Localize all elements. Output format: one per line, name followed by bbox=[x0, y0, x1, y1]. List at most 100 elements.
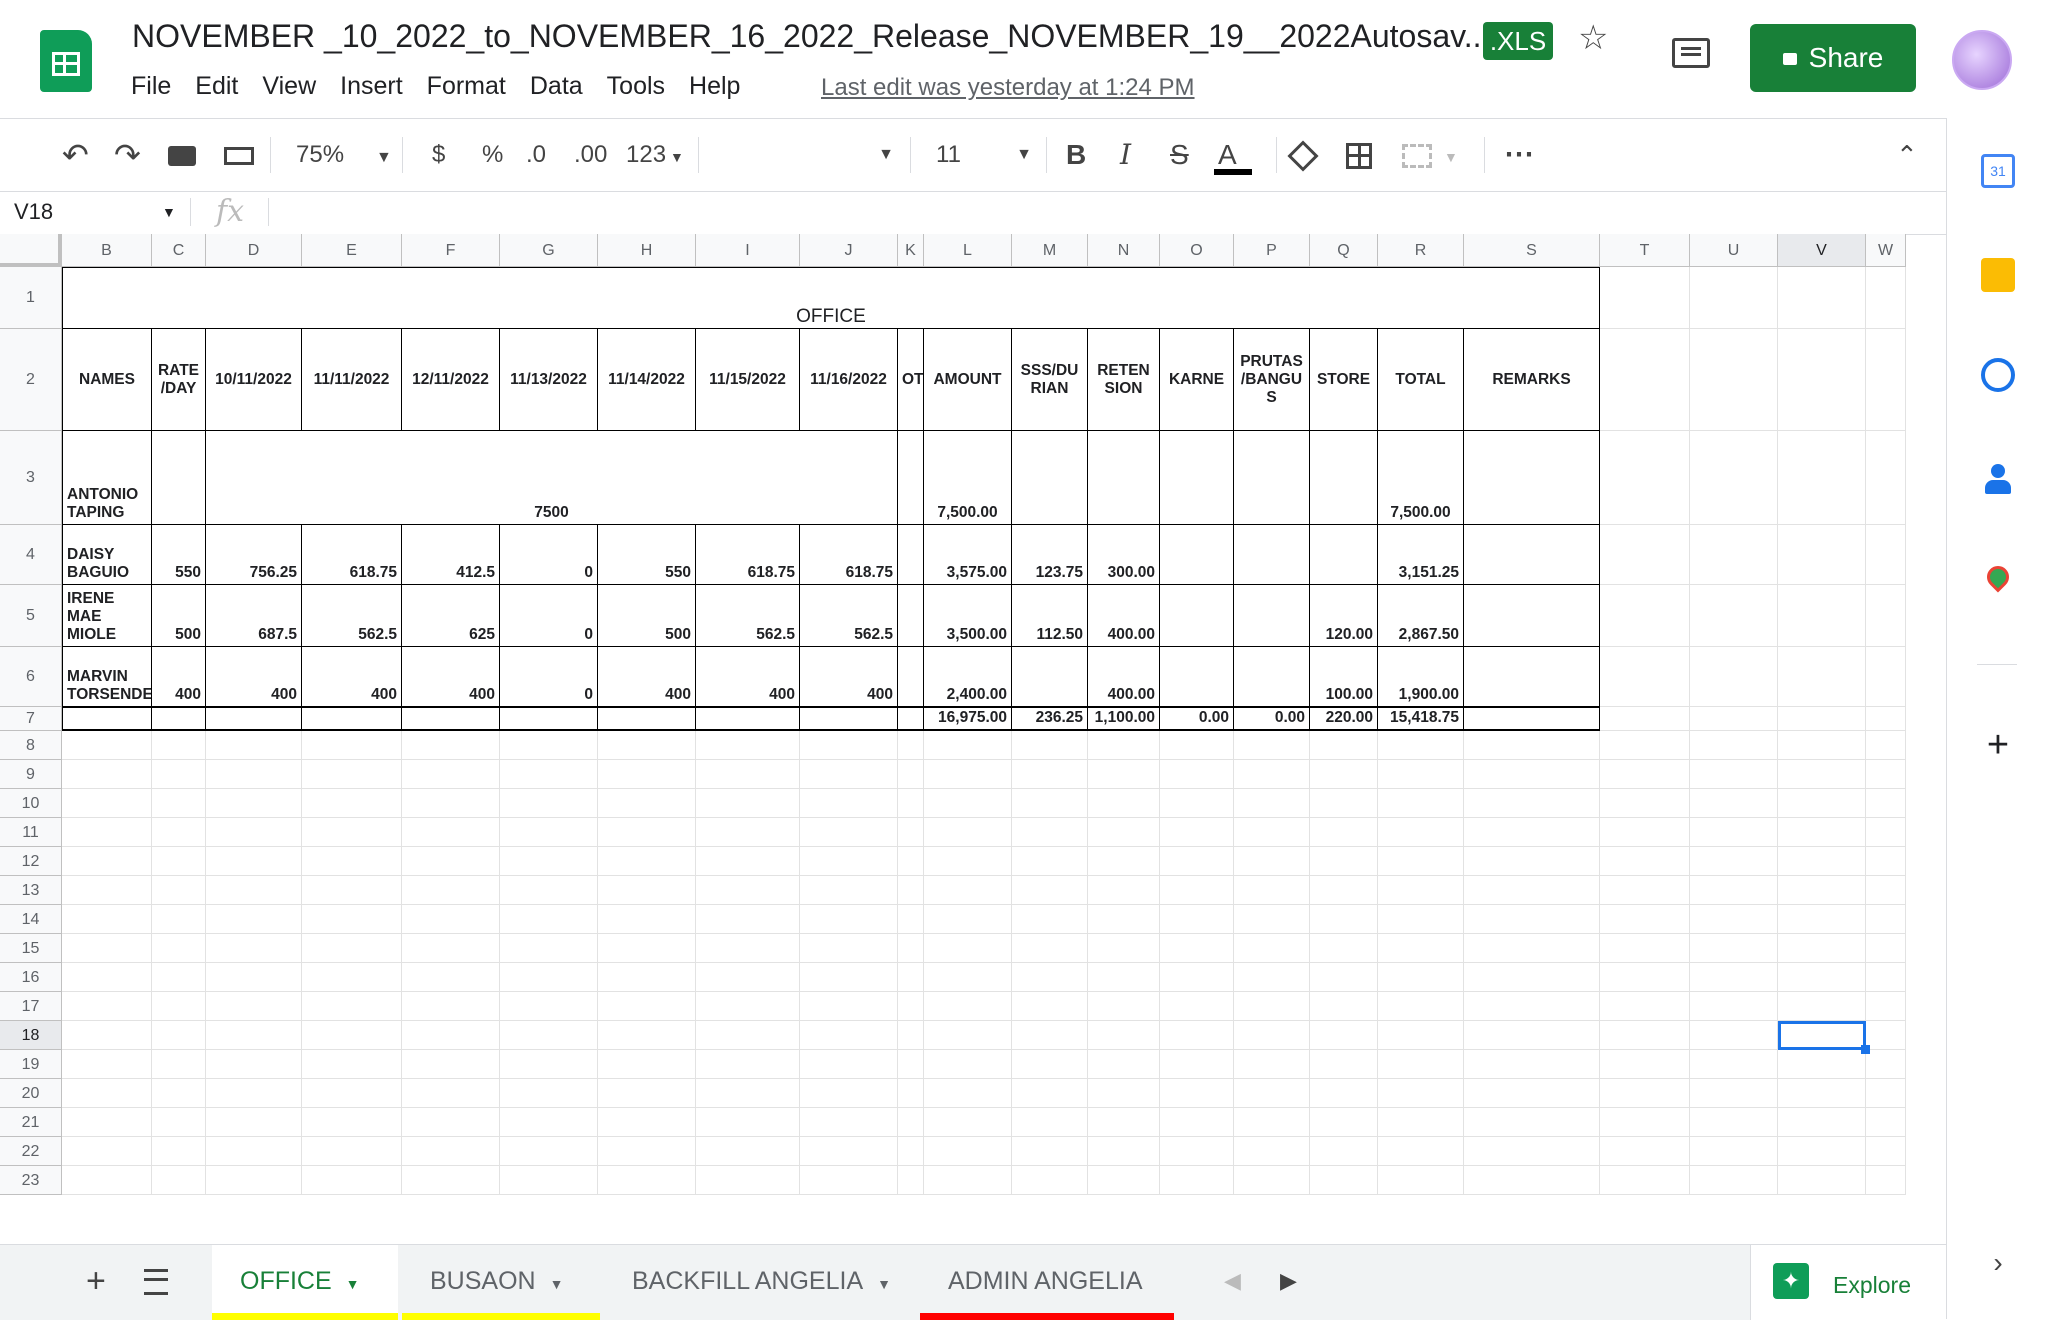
empty-cell[interactable] bbox=[1778, 934, 1866, 963]
calendar-icon[interactable]: 31 bbox=[1981, 154, 2015, 188]
value-cell[interactable]: 550 bbox=[598, 525, 696, 585]
empty-cell[interactable] bbox=[1464, 905, 1600, 934]
value-cell[interactable]: 0 bbox=[500, 647, 598, 707]
empty-cell[interactable] bbox=[1866, 963, 1906, 992]
chevron-right-icon[interactable]: › bbox=[1981, 1246, 2015, 1280]
value-cell[interactable]: 400.00 bbox=[1088, 647, 1160, 707]
empty-cell[interactable] bbox=[1600, 585, 1690, 647]
empty-cell[interactable] bbox=[1234, 905, 1310, 934]
empty-cell[interactable] bbox=[924, 1166, 1012, 1195]
empty-cell[interactable] bbox=[402, 731, 500, 760]
value-cell[interactable]: 0 bbox=[500, 525, 598, 585]
empty-cell[interactable] bbox=[1778, 992, 1866, 1021]
value-cell[interactable]: 400 bbox=[696, 647, 800, 707]
row-header-11[interactable]: 11 bbox=[0, 818, 62, 847]
font-family-select[interactable]: ▼ bbox=[718, 119, 894, 191]
empty-cell[interactable] bbox=[152, 905, 206, 934]
empty-cell[interactable] bbox=[1160, 1166, 1234, 1195]
empty-cell[interactable] bbox=[1012, 1050, 1088, 1079]
empty-cell[interactable] bbox=[302, 876, 402, 905]
row-header-8[interactable]: 8 bbox=[0, 731, 62, 760]
empty-cell[interactable] bbox=[1600, 267, 1690, 329]
empty-cell[interactable] bbox=[500, 760, 598, 789]
empty-cell[interactable] bbox=[1866, 1050, 1906, 1079]
avatar[interactable] bbox=[1952, 30, 2012, 90]
empty-cell[interactable] bbox=[1234, 963, 1310, 992]
column-header-G[interactable]: G bbox=[500, 234, 598, 267]
empty-cell[interactable] bbox=[800, 963, 898, 992]
value-cell[interactable]: 618.75 bbox=[696, 525, 800, 585]
empty-cell[interactable] bbox=[1866, 731, 1906, 760]
empty-cell[interactable] bbox=[800, 731, 898, 760]
empty-cell[interactable] bbox=[1778, 585, 1866, 647]
empty-cell[interactable] bbox=[1310, 963, 1378, 992]
empty-cell[interactable] bbox=[1310, 818, 1378, 847]
empty-cell[interactable] bbox=[1690, 876, 1778, 905]
row-header-14[interactable]: 14 bbox=[0, 905, 62, 934]
empty-cell[interactable] bbox=[62, 992, 152, 1021]
empty-cell[interactable] bbox=[500, 963, 598, 992]
name-cell[interactable]: ANTONIO TAPING bbox=[62, 431, 152, 525]
column-header-B[interactable]: B bbox=[62, 234, 152, 267]
value-cell[interactable] bbox=[1012, 431, 1088, 525]
empty-cell[interactable] bbox=[1778, 525, 1866, 585]
empty-cell[interactable] bbox=[1160, 1137, 1234, 1166]
empty-cell[interactable] bbox=[1464, 818, 1600, 847]
empty-cell[interactable] bbox=[1012, 1166, 1088, 1195]
empty-cell[interactable] bbox=[1378, 1166, 1464, 1195]
empty-cell[interactable] bbox=[800, 760, 898, 789]
empty-cell[interactable] bbox=[1378, 731, 1464, 760]
empty-cell[interactable] bbox=[302, 1021, 402, 1050]
empty-cell[interactable] bbox=[924, 905, 1012, 934]
empty-cell[interactable] bbox=[302, 963, 402, 992]
empty-cell[interactable] bbox=[1160, 1050, 1234, 1079]
header-cell[interactable]: RETEN SION bbox=[1088, 329, 1160, 431]
empty-cell[interactable] bbox=[402, 1050, 500, 1079]
empty-cell[interactable] bbox=[1690, 992, 1778, 1021]
header-cell[interactable]: RATE /DAY bbox=[152, 329, 206, 431]
empty-cell[interactable] bbox=[598, 1108, 696, 1137]
empty-cell[interactable] bbox=[1690, 1079, 1778, 1108]
empty-cell[interactable] bbox=[1778, 789, 1866, 818]
column-header-U[interactable]: U bbox=[1690, 234, 1778, 267]
empty-cell[interactable] bbox=[1378, 934, 1464, 963]
document-title[interactable]: NOVEMBER _10_2022_to_NOVEMBER_16_2022_Re… bbox=[132, 18, 1490, 55]
empty-cell[interactable] bbox=[206, 1079, 302, 1108]
value-cell[interactable] bbox=[1088, 431, 1160, 525]
empty-cell[interactable] bbox=[206, 1166, 302, 1195]
header-cell[interactable]: TOTAL bbox=[1378, 329, 1464, 431]
empty-cell[interactable] bbox=[62, 818, 152, 847]
empty-cell[interactable] bbox=[696, 1108, 800, 1137]
empty-cell[interactable] bbox=[1690, 525, 1778, 585]
sheet-tab[interactable]: BUSAON ▼ bbox=[402, 1245, 600, 1320]
empty-cell[interactable] bbox=[1160, 1021, 1234, 1050]
empty-cell[interactable] bbox=[1600, 431, 1690, 525]
empty-cell[interactable] bbox=[1866, 267, 1906, 329]
empty-cell[interactable] bbox=[1600, 818, 1690, 847]
row-header-5[interactable]: 5 bbox=[0, 585, 62, 647]
value-cell[interactable] bbox=[1234, 647, 1310, 707]
total-cell[interactable] bbox=[302, 707, 402, 731]
merge-icon[interactable]: ▼ bbox=[1402, 119, 1458, 191]
empty-cell[interactable] bbox=[898, 963, 924, 992]
empty-cell[interactable] bbox=[696, 1166, 800, 1195]
row-header-6[interactable]: 6 bbox=[0, 647, 62, 707]
value-cell[interactable] bbox=[1234, 431, 1310, 525]
empty-cell[interactable] bbox=[302, 818, 402, 847]
empty-cell[interactable] bbox=[62, 760, 152, 789]
empty-cell[interactable] bbox=[62, 789, 152, 818]
value-cell[interactable]: 3,575.00 bbox=[924, 525, 1012, 585]
column-header-H[interactable]: H bbox=[598, 234, 696, 267]
empty-cell[interactable] bbox=[402, 905, 500, 934]
empty-cell[interactable] bbox=[1600, 707, 1690, 731]
column-header-F[interactable]: F bbox=[402, 234, 500, 267]
empty-cell[interactable] bbox=[1088, 905, 1160, 934]
empty-cell[interactable] bbox=[1088, 789, 1160, 818]
empty-cell[interactable] bbox=[402, 1166, 500, 1195]
value-cell[interactable] bbox=[1234, 585, 1310, 647]
empty-cell[interactable] bbox=[696, 818, 800, 847]
total-cell[interactable] bbox=[500, 707, 598, 731]
empty-cell[interactable] bbox=[1778, 329, 1866, 431]
empty-cell[interactable] bbox=[1866, 1137, 1906, 1166]
empty-cell[interactable] bbox=[152, 1021, 206, 1050]
